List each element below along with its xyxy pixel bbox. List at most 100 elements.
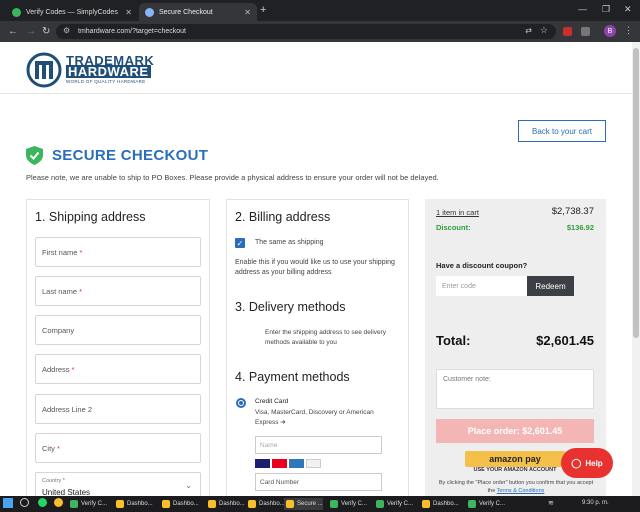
new-tab-icon[interactable]: + xyxy=(260,4,266,16)
last-name-field[interactable]: Last name * xyxy=(35,276,201,306)
profile-avatar[interactable]: B xyxy=(604,25,616,37)
taskbar-item[interactable]: Dashbo... xyxy=(420,498,459,510)
site-info-icon[interactable]: ⚙ xyxy=(63,26,70,35)
taskbar-label: Secure ... xyxy=(297,501,323,507)
city-field[interactable]: City * xyxy=(35,433,201,463)
taskbar-item[interactable]: Dashbo... xyxy=(206,498,245,510)
taskbar-item[interactable]: Verify C... xyxy=(68,498,107,510)
reload-icon[interactable]: ↻ xyxy=(42,26,50,37)
taskbar-label: Verify C... xyxy=(341,501,368,507)
tab-secure-checkout[interactable]: Secure Checkout ✕ xyxy=(139,3,257,21)
restore-icon[interactable]: ❐ xyxy=(602,4,610,15)
translate-icon[interactable]: ⇄ xyxy=(525,26,532,35)
credit-card-radio[interactable] xyxy=(236,398,246,408)
shipping-address-section: 1. Shipping address First name * Last na… xyxy=(26,199,210,496)
app-icon xyxy=(422,500,430,508)
browser-toolbar: ← → ↻ ⚙ tmhardware.com/?target=checkout … xyxy=(0,21,640,42)
taskbar-label: Dashbo... xyxy=(433,501,459,507)
app-icon xyxy=(70,500,78,508)
payment-heading: 4. Payment methods xyxy=(235,370,350,384)
field-label: Address Line 2 xyxy=(42,404,93,414)
trademark-hardware-logo-icon[interactable] xyxy=(26,52,62,88)
taskbar-item[interactable]: Dashbo... xyxy=(160,498,199,510)
windows-start-icon[interactable] xyxy=(3,498,13,508)
first-name-field[interactable]: First name * xyxy=(35,237,201,267)
taskbar-item[interactable]: Dashbo... xyxy=(246,498,285,510)
app-icon xyxy=(162,500,170,508)
taskbar-label: Dashbo... xyxy=(259,501,285,507)
required-mark: * xyxy=(57,443,60,453)
clock-time[interactable]: 9:30 p. m. xyxy=(582,500,609,506)
app-icon xyxy=(116,500,124,508)
logo-wordmark-bottom: HARDWARE xyxy=(66,64,151,79)
help-chat-button[interactable]: ◯ Help xyxy=(561,448,613,478)
page-title: SECURE CHECKOUT xyxy=(52,147,209,164)
bookmark-star-icon[interactable]: ☆ xyxy=(540,25,548,36)
checkout-page: TRADEMARK HARDWARE WORLD OF QUALITY HARD… xyxy=(0,42,640,496)
mastercard-icon xyxy=(272,459,287,468)
taskbar-item[interactable]: Verify C... xyxy=(328,498,367,510)
app-icon xyxy=(208,500,216,508)
minimize-icon[interactable]: — xyxy=(578,4,587,14)
wifi-icon[interactable]: ≋ xyxy=(548,499,554,507)
visa-icon xyxy=(255,459,270,468)
taskbar-item[interactable]: Verify C... xyxy=(374,498,413,510)
card-number-input[interactable]: Card Number xyxy=(255,473,382,491)
redeem-button[interactable]: Redeem xyxy=(527,276,574,296)
back-to-cart-button[interactable]: Back to your cart xyxy=(518,120,606,142)
place-order-button[interactable]: Place order: $2,601.45 xyxy=(436,419,594,443)
amex-icon xyxy=(289,459,304,468)
total-label: Total: xyxy=(436,333,471,348)
close-icon[interactable]: ✕ xyxy=(244,8,251,17)
app-icon xyxy=(286,500,294,508)
search-icon[interactable] xyxy=(20,498,29,507)
tab-verify-codes[interactable]: Verify Codes — SimplyCodes ✕ xyxy=(6,3,138,21)
terms-link[interactable]: Terms & Conditions xyxy=(497,488,545,494)
amazon-pay-caption: USE YOUR AMAZON ACCOUNT xyxy=(473,467,557,473)
credit-card-description: Visa, MasterCard, Discovery or American … xyxy=(255,409,374,426)
logo-tagline: WORLD OF QUALITY HARDWARE xyxy=(66,79,146,84)
taskbar-item-active[interactable]: Secure ... xyxy=(284,498,323,510)
country-select[interactable]: Country * United States ⌄ xyxy=(35,472,201,496)
card-name-input[interactable]: Name xyxy=(255,436,382,454)
items-in-cart-link[interactable]: 1 item in cart xyxy=(436,208,479,217)
same-as-shipping-checkbox[interactable]: ✓ xyxy=(235,238,245,248)
discount-label: Discount: xyxy=(436,223,471,232)
chrome-icon[interactable] xyxy=(54,498,63,507)
tab-title: Verify Codes — SimplyCodes xyxy=(26,8,118,16)
menu-kebab-icon[interactable]: ⋮ xyxy=(624,25,633,36)
whatsapp-icon[interactable] xyxy=(38,498,47,507)
total-value: $2,601.45 xyxy=(536,333,594,348)
amazon-pay-button[interactable]: amazon pay xyxy=(465,451,565,467)
chat-bubble-icon: ◯ xyxy=(571,457,582,468)
taskbar-item[interactable]: Verify C... xyxy=(466,498,505,510)
extensions-puzzle-icon[interactable] xyxy=(581,27,590,36)
back-arrow-icon[interactable]: ← xyxy=(8,26,18,37)
taskbar-item[interactable]: Dashbo... xyxy=(114,498,153,510)
delivery-note: Enter the shipping address to see delive… xyxy=(265,329,387,346)
forward-arrow-icon[interactable]: → xyxy=(26,26,36,37)
company-field[interactable]: Company xyxy=(35,315,201,345)
field-label: Last name xyxy=(42,286,78,296)
customer-note-textarea[interactable]: Customer note: xyxy=(436,369,594,409)
address-line2-field[interactable]: Address Line 2 xyxy=(35,394,201,424)
taskbar-label: Dashbo... xyxy=(219,501,245,507)
taskbar-label: Dashbo... xyxy=(127,501,153,507)
url-bar[interactable]: ⚙ tmhardware.com/?target=checkout ⇄ ☆ xyxy=(56,24,556,39)
page-scrollbar[interactable] xyxy=(632,42,640,496)
same-as-shipping-label: The same as shipping xyxy=(255,239,324,246)
coupon-code-input[interactable]: Enter code xyxy=(436,276,527,296)
window-close-icon[interactable]: ✕ xyxy=(624,4,632,15)
close-icon[interactable]: ✕ xyxy=(125,8,132,17)
help-label: Help xyxy=(585,458,603,468)
field-label: Address xyxy=(42,364,70,374)
app-icon xyxy=(468,500,476,508)
tab-title: Secure Checkout xyxy=(159,8,213,16)
credit-card-title: Credit Card xyxy=(255,398,289,405)
scrollbar-thumb[interactable] xyxy=(633,48,639,338)
billing-note: Enable this if you would like us to use … xyxy=(235,259,395,276)
address-field[interactable]: Address * xyxy=(35,354,201,384)
app-icon xyxy=(330,500,338,508)
browser-tab-bar: Verify Codes — SimplyCodes ✕ Secure Chec… xyxy=(0,0,640,21)
extension-icon[interactable] xyxy=(563,27,572,36)
